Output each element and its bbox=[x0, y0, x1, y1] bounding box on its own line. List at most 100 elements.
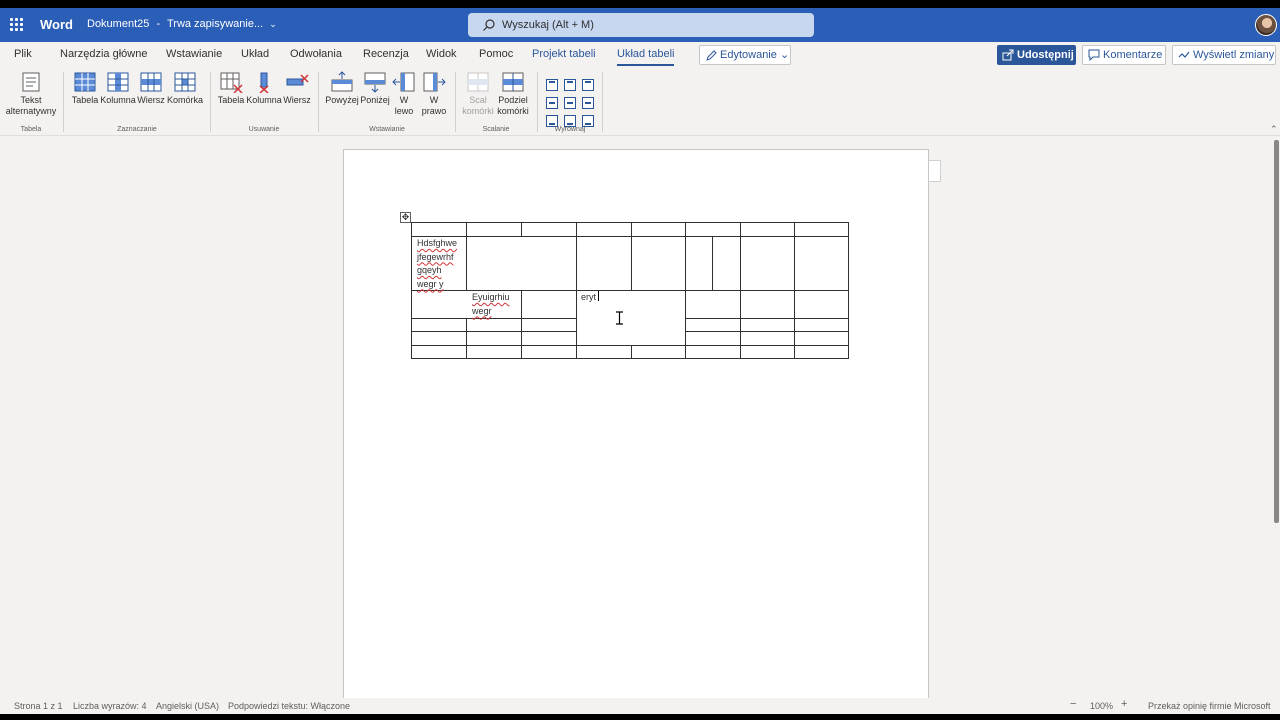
group-label-tabela: Tabela bbox=[20, 126, 42, 133]
ribbon-separator bbox=[537, 72, 538, 132]
select-table-button[interactable]: Tabela bbox=[70, 71, 100, 106]
share-icon bbox=[1002, 49, 1014, 61]
editing-mode-button[interactable]: Edytowanie ⌄ bbox=[699, 45, 791, 65]
word-app: Word Dokument25 - Trwa zapisywanie... ⌄ … bbox=[0, 8, 1280, 714]
insert-below-label: Poniżej bbox=[360, 95, 390, 105]
page-count[interactable]: Strona 1 z 1 bbox=[14, 701, 63, 711]
align-middle-center-icon[interactable] bbox=[564, 97, 576, 109]
delete-table-button[interactable]: Tabela bbox=[216, 71, 246, 106]
chevron-down-icon: ⌄ bbox=[780, 49, 790, 61]
cell-line: wegr y bbox=[417, 278, 444, 289]
document-canvas[interactable]: ✥ Hdsfghwe jfegewrhf gqeyh wegr y Eyuigr… bbox=[0, 136, 1280, 709]
feedback-link[interactable]: Przekaż opinię firmie Microsoft bbox=[1148, 701, 1271, 711]
row-select-icon bbox=[140, 72, 162, 92]
merge-cells-label-1: Scal bbox=[469, 95, 487, 105]
select-row-button[interactable]: Wiersz bbox=[137, 71, 165, 106]
select-cell-button[interactable]: Komórka bbox=[166, 71, 204, 106]
show-changes-button[interactable]: Wyświetl zmiany bbox=[1172, 45, 1276, 65]
insert-left-icon bbox=[392, 72, 415, 92]
table[interactable]: Hdsfghwe jfegewrhf gqeyh wegr y Eyuigrhi… bbox=[411, 222, 849, 359]
select-column-button[interactable]: Kolumna bbox=[100, 71, 136, 106]
alt-text-label-1: Tekst bbox=[20, 95, 42, 105]
cell-select-icon bbox=[174, 72, 196, 92]
select-row-label: Wiersz bbox=[137, 95, 165, 105]
cell-line: eryt bbox=[581, 292, 597, 302]
table-cell-text[interactable]: eryt bbox=[581, 291, 596, 305]
tab-projekt-tabeli[interactable]: Projekt tabeli bbox=[532, 48, 596, 60]
table-col-border bbox=[466, 223, 467, 290]
delete-row-icon bbox=[286, 74, 309, 86]
document-title[interactable]: Dokument25 - Trwa zapisywanie... ⌄ bbox=[87, 18, 277, 30]
insert-left-label-1: W bbox=[399, 95, 409, 105]
delete-column-button[interactable]: Kolumna bbox=[246, 71, 282, 106]
word-count[interactable]: Liczba wyrazów: 4 bbox=[73, 701, 147, 711]
tab-wstawianie[interactable]: Wstawianie bbox=[166, 48, 222, 60]
merge-cells-button[interactable]: Scal komórki bbox=[461, 71, 495, 117]
zoom-out-button[interactable]: − bbox=[1070, 698, 1076, 710]
table-cell-text[interactable]: Eyuigrhiu wegr bbox=[472, 291, 510, 318]
document-name: Dokument25 bbox=[87, 18, 150, 30]
tab-uklad-tabeli[interactable]: Układ tabeli bbox=[617, 48, 675, 66]
ribbon: Tekst alternatywny Tabela Tabela Kolumna… bbox=[0, 68, 1280, 136]
cell-line: wegr bbox=[472, 305, 492, 316]
insert-above-label: Powyżej bbox=[325, 95, 359, 105]
insert-below-icon bbox=[364, 72, 386, 93]
page-side-marker bbox=[929, 160, 941, 182]
delete-row-label: Wiersz bbox=[283, 95, 311, 105]
ribbon-separator bbox=[210, 72, 211, 132]
table-col-border bbox=[631, 223, 632, 290]
align-top-right-icon[interactable] bbox=[582, 79, 594, 91]
table-col-border bbox=[712, 236, 713, 290]
insert-left-button[interactable]: W lewo bbox=[392, 71, 416, 117]
avatar[interactable] bbox=[1255, 14, 1277, 36]
ribbon-separator bbox=[318, 72, 319, 132]
tab-odwolania[interactable]: Odwołania bbox=[290, 48, 342, 60]
align-middle-right-icon[interactable] bbox=[582, 97, 594, 109]
tab-widok[interactable]: Widok bbox=[426, 48, 457, 60]
tab-narzedzia-glowne[interactable]: Narzędzia główne bbox=[60, 48, 147, 60]
insert-above-button[interactable]: Powyżej bbox=[325, 71, 359, 106]
comments-button[interactable]: Komentarze bbox=[1082, 45, 1166, 65]
zoom-in-button[interactable]: + bbox=[1121, 698, 1127, 710]
delete-row-button[interactable]: Wiersz bbox=[283, 71, 311, 106]
app-name[interactable]: Word bbox=[40, 17, 73, 32]
tab-uklad[interactable]: Układ bbox=[241, 48, 269, 60]
table-col-border bbox=[466, 318, 467, 359]
changes-icon bbox=[1178, 51, 1190, 58]
tab-pomoc[interactable]: Pomoc bbox=[479, 48, 513, 60]
tab-plik[interactable]: Plik bbox=[14, 48, 32, 60]
insert-left-label-2: lewo bbox=[394, 106, 414, 116]
table-col-border bbox=[631, 345, 632, 359]
text-predictions-status[interactable]: Podpowiedzi tekstu: Włączone bbox=[228, 701, 350, 711]
comment-icon bbox=[1088, 49, 1100, 61]
share-button[interactable]: Udostępnij bbox=[997, 45, 1076, 65]
insert-above-icon bbox=[331, 71, 353, 92]
vertical-scrollbar[interactable] bbox=[1274, 140, 1279, 523]
search-box[interactable]: Wyszukaj (Alt + M) bbox=[468, 13, 814, 37]
split-cells-label-1: Podziel bbox=[498, 95, 528, 105]
align-middle-left-icon[interactable] bbox=[546, 97, 558, 109]
alt-text-label-2: alternatywny bbox=[5, 106, 57, 116]
text-cursor bbox=[598, 291, 599, 301]
language-status[interactable]: Angielski (USA) bbox=[156, 701, 219, 711]
table-row-border bbox=[412, 331, 576, 332]
chevron-up-icon[interactable]: ⌃ bbox=[1270, 124, 1278, 135]
tab-recenzja[interactable]: Recenzja bbox=[363, 48, 409, 60]
insert-right-button[interactable]: W prawo bbox=[420, 71, 448, 117]
select-table-label: Tabela bbox=[71, 95, 99, 105]
insert-below-button[interactable]: Poniżej bbox=[359, 71, 391, 106]
app-launcher-icon[interactable] bbox=[10, 18, 23, 31]
share-label: Udostępnij bbox=[1017, 49, 1074, 61]
merge-cells-icon bbox=[467, 72, 489, 92]
align-top-left-icon[interactable] bbox=[546, 79, 558, 91]
table-move-handle-icon[interactable]: ✥ bbox=[400, 212, 411, 223]
split-cells-label-2: komórki bbox=[497, 106, 529, 116]
table-cell-text[interactable]: Hdsfghwe jfegewrhf gqeyh wegr y bbox=[417, 237, 457, 291]
zoom-level[interactable]: 100% bbox=[1090, 701, 1113, 711]
title-separator: - bbox=[156, 18, 161, 30]
group-label-scalanie: Scalanie bbox=[482, 126, 510, 133]
alt-text-button[interactable]: Tekst alternatywny bbox=[4, 71, 58, 117]
cell-line: gqeyh bbox=[417, 265, 442, 275]
align-top-center-icon[interactable] bbox=[564, 79, 576, 91]
split-cells-button[interactable]: Podziel komórki bbox=[496, 71, 530, 117]
